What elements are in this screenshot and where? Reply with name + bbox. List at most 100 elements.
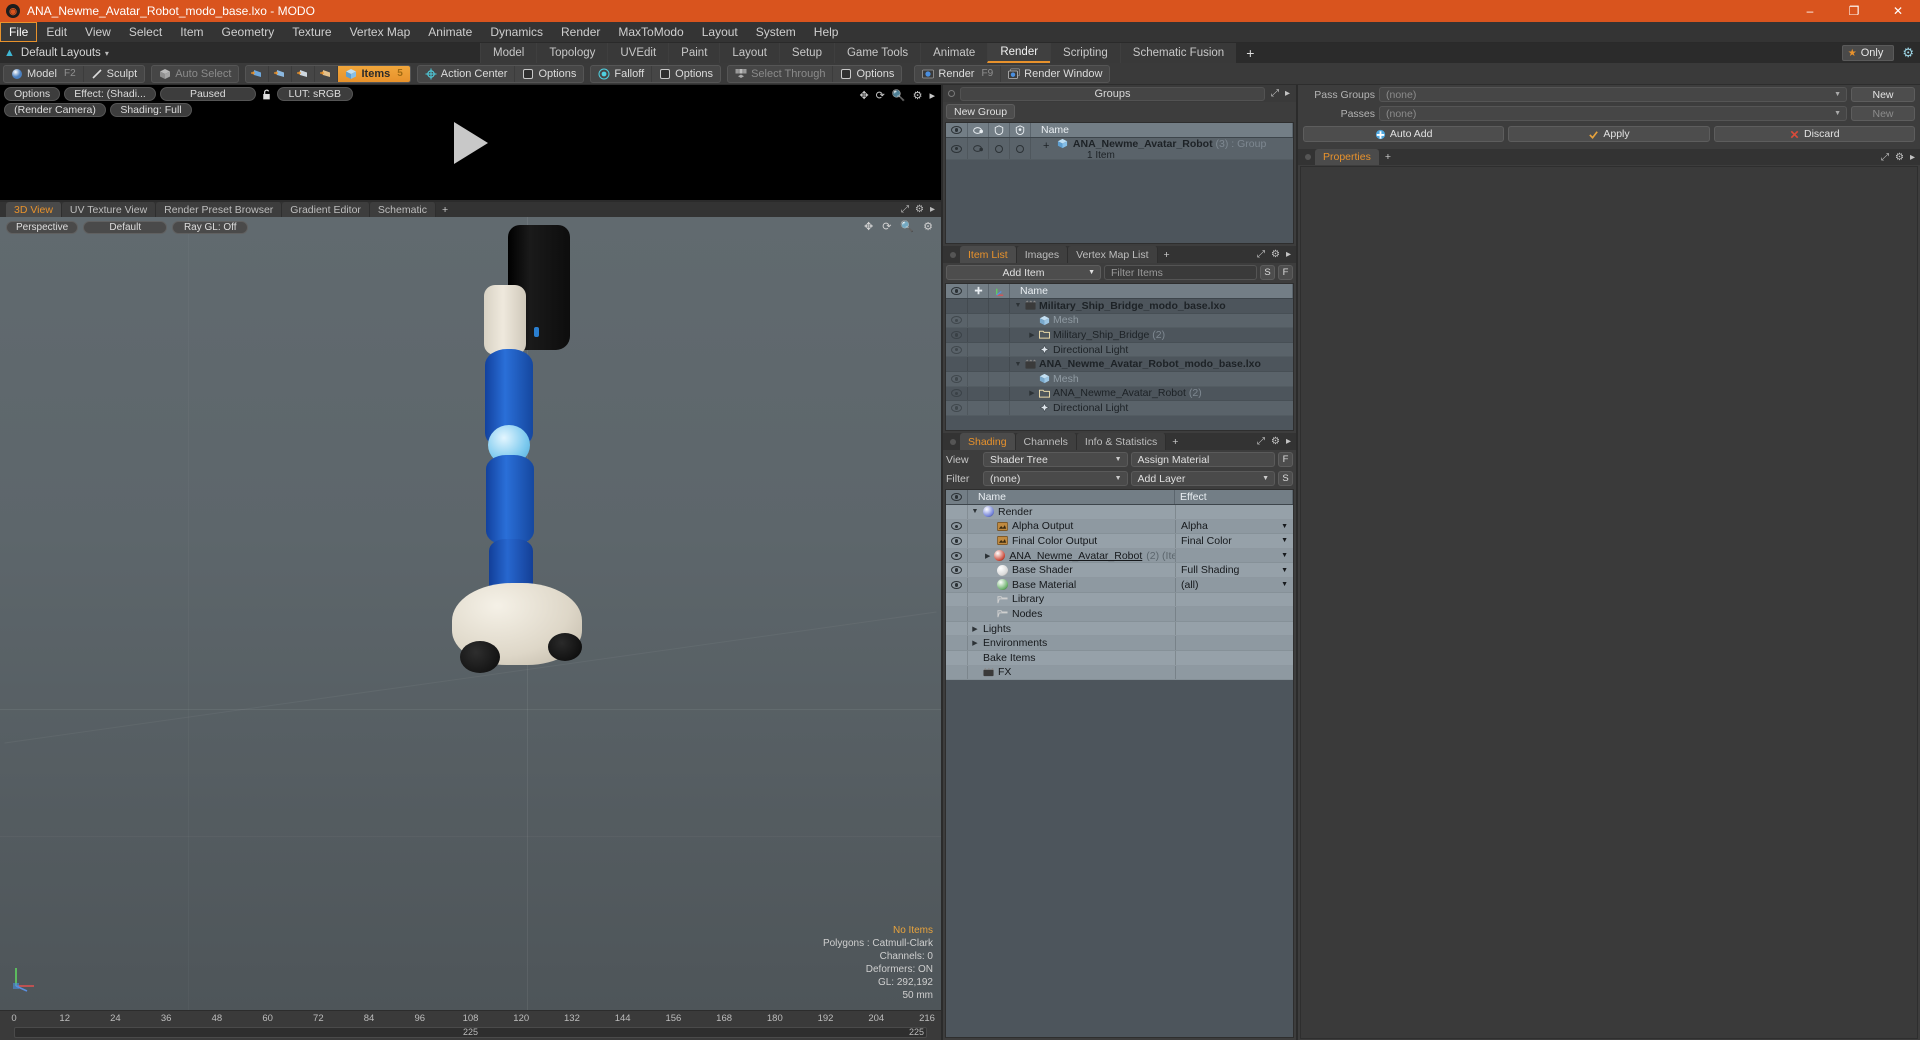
shader-row-effect-select[interactable]	[1175, 505, 1293, 519]
tab-game-tools[interactable]: Game Tools	[833, 43, 921, 63]
menu-item-dynamics[interactable]: Dynamics	[481, 22, 552, 42]
sculpt-mode-button[interactable]: Sculpt	[84, 66, 145, 82]
timeline-scrub-bar[interactable]: 225 225	[14, 1027, 927, 1038]
action-center-options-button[interactable]: Options	[515, 66, 583, 82]
chevron-down-icon[interactable]: ▼	[1262, 475, 1269, 482]
row-transform-toggle[interactable]	[989, 313, 1010, 328]
up-arrow-icon[interactable]: ▲	[4, 47, 15, 59]
tab-shading[interactable]: Shading	[960, 433, 1016, 450]
row-visibility-toggle[interactable]	[946, 357, 968, 371]
shader-row-effect-select[interactable]: Full Shading ▼	[1175, 563, 1293, 577]
timeline[interactable]: 0 12 24 36 48 60 72 84 96 108 120 132 144 156 168 180 19…	[0, 1010, 941, 1040]
row-transform-toggle[interactable]	[989, 299, 1010, 313]
tab-schematic[interactable]: Schematic	[369, 202, 436, 217]
vertex-mode-button[interactable]	[246, 65, 270, 82]
action-center-button[interactable]: Action Center	[418, 65, 516, 82]
row-lock-toggle[interactable]	[968, 386, 989, 401]
tab-item-list[interactable]: Item List	[960, 246, 1017, 263]
shader-tree-list[interactable]: Name Effect ▼ Render Alpha Output Alpha ▼ Fin…	[945, 489, 1294, 1038]
layout-preset-area[interactable]: ▲ Default Layouts ▾	[0, 43, 480, 63]
tab-gradient-editor[interactable]: Gradient Editor	[282, 202, 370, 217]
shader-row-visibility-toggle[interactable]	[946, 505, 968, 519]
expand-icon[interactable]: ⤢	[1271, 88, 1279, 99]
shader-tree-row[interactable]: Base Shader Full Shading ▼	[946, 563, 1293, 578]
shader-tree-row[interactable]: ▶ ANA_Newme_Avatar_Robot(2) (Item) ▼	[946, 548, 1293, 564]
menu-item-texture[interactable]: Texture	[283, 22, 340, 42]
row-transform-toggle[interactable]	[989, 401, 1010, 415]
row-transform-toggle[interactable]	[989, 328, 1010, 342]
shader-tree-row[interactable]: Bake Items	[946, 650, 1293, 666]
properties-body[interactable]	[1300, 166, 1918, 1039]
menu-icon[interactable]: ▸	[1286, 249, 1291, 260]
pass-groups-select[interactable]: (none) ▼	[1379, 87, 1847, 102]
shader-row-name-cell[interactable]: ▶ Lights	[968, 623, 1175, 635]
shader-row-name-cell[interactable]: Alpha Output	[968, 520, 1175, 532]
shader-row-effect-select[interactable]: (all) ▼	[1175, 577, 1293, 592]
chevron-down-icon[interactable]: ▼	[1115, 475, 1122, 482]
item-list-f-button[interactable]: F	[1278, 265, 1293, 280]
table-row[interactable]: ▼ ANA_Newme_Avatar_Robot_modo_base.lxo	[946, 357, 1293, 372]
expand-icon[interactable]: ▼	[1014, 302, 1022, 309]
render-button[interactable]: Render F9	[915, 65, 1002, 82]
expand-icon[interactable]: ▶	[985, 552, 990, 560]
chevron-down-icon[interactable]: ▼	[1281, 567, 1288, 574]
chevron-down-icon[interactable]: ▼	[1834, 91, 1841, 98]
shader-row-effect-select[interactable]: Final Color ▼	[1175, 534, 1293, 548]
shader-row-visibility-toggle[interactable]	[946, 607, 968, 621]
row-name-cell[interactable]: Directional Light	[1010, 402, 1293, 414]
row-name-cell[interactable]: ▼ ANA_Newme_Avatar_Robot_modo_base.lxo	[1010, 358, 1293, 370]
chevron-down-icon[interactable]: ▼	[1281, 537, 1288, 544]
gear-icon[interactable]: ⚙	[1902, 45, 1914, 61]
chevron-down-icon[interactable]: ▼	[1281, 581, 1288, 588]
filter-items-input[interactable]: Filter Items	[1104, 265, 1257, 280]
items-mode-button[interactable]: Items 5	[338, 65, 410, 82]
robot-model[interactable]	[430, 217, 650, 737]
expand-icon[interactable]: ▶	[971, 639, 979, 647]
row-name-cell[interactable]: ▶ Military_Ship_Bridge (2)	[1010, 329, 1293, 341]
expand-icon[interactable]: ▼	[971, 508, 979, 515]
chevron-down-icon[interactable]: ▼	[1834, 110, 1841, 117]
menu-icon[interactable]: ▸	[1285, 88, 1290, 99]
new-group-button[interactable]: New Group	[946, 104, 1016, 119]
shader-row-visibility-toggle[interactable]	[946, 563, 968, 577]
table-row[interactable]: ▼ Military_Ship_Bridge_modo_base.lxo	[946, 299, 1293, 314]
table-row[interactable]: ▶ ANA_Newme_Avatar_Robot (2)	[946, 386, 1293, 402]
shader-row-visibility-toggle[interactable]	[946, 665, 968, 680]
shader-row-effect-select[interactable]: Alpha ▼	[1175, 519, 1293, 534]
shader-tree-row[interactable]: ▼ Render	[946, 505, 1293, 520]
item-list-s-button[interactable]: S	[1260, 265, 1275, 280]
shader-tree-row[interactable]: FX	[946, 665, 1293, 681]
expand-icon[interactable]: ⤢	[1257, 249, 1265, 260]
shader-row-visibility-toggle[interactable]	[946, 577, 968, 592]
play-triangle-icon[interactable]	[453, 121, 488, 164]
expand-icon[interactable]: ▶	[1028, 331, 1036, 339]
chevron-down-icon[interactable]: ▼	[1115, 456, 1122, 463]
menu-item-system[interactable]: System	[747, 22, 805, 42]
gear-icon[interactable]: ⚙	[1271, 249, 1280, 260]
shader-tree-row[interactable]: Base Material (all) ▼	[946, 577, 1293, 593]
row-transform-toggle[interactable]	[989, 357, 1010, 371]
shading-f-button[interactable]: F	[1278, 452, 1293, 467]
tab-render[interactable]: Render	[987, 43, 1051, 63]
row-visibility-toggle[interactable]	[946, 386, 968, 401]
shader-row-name-cell[interactable]: Final Color Output	[968, 535, 1175, 547]
shader-tree-row[interactable]: ▶ Environments	[946, 636, 1293, 651]
chevron-down-icon[interactable]: ▼	[1088, 269, 1095, 276]
menu-item-layout[interactable]: Layout	[693, 22, 747, 42]
menu-item-file[interactable]: File	[0, 22, 38, 42]
row-lock-toggle[interactable]	[968, 342, 989, 357]
close-button[interactable]: ✕	[1876, 0, 1920, 22]
shading-s-button[interactable]: S	[1278, 471, 1293, 486]
falloff-options-button[interactable]: Options	[652, 66, 720, 82]
row-name-cell[interactable]: ▶ ANA_Newme_Avatar_Robot (2)	[1010, 387, 1293, 399]
unlock-icon[interactable]	[260, 88, 273, 101]
viewport-3d[interactable]: Perspective Default Ray GL: Off ✥ ⟳ 🔍 ⚙	[0, 217, 941, 1010]
add-tab-button[interactable]: +	[1236, 43, 1264, 63]
table-row[interactable]: ▶ Military_Ship_Bridge (2)	[946, 328, 1293, 343]
render-preview-pane[interactable]: Options Effect: (Shadi... Paused LUT: sR…	[0, 85, 941, 202]
discard-button[interactable]: Discard	[1713, 126, 1915, 142]
new-pass-button[interactable]: New	[1851, 106, 1915, 121]
shader-row-visibility-toggle[interactable]	[946, 534, 968, 548]
row-lock-toggle[interactable]	[968, 299, 989, 313]
gear-icon[interactable]: ⚙	[1271, 436, 1280, 447]
